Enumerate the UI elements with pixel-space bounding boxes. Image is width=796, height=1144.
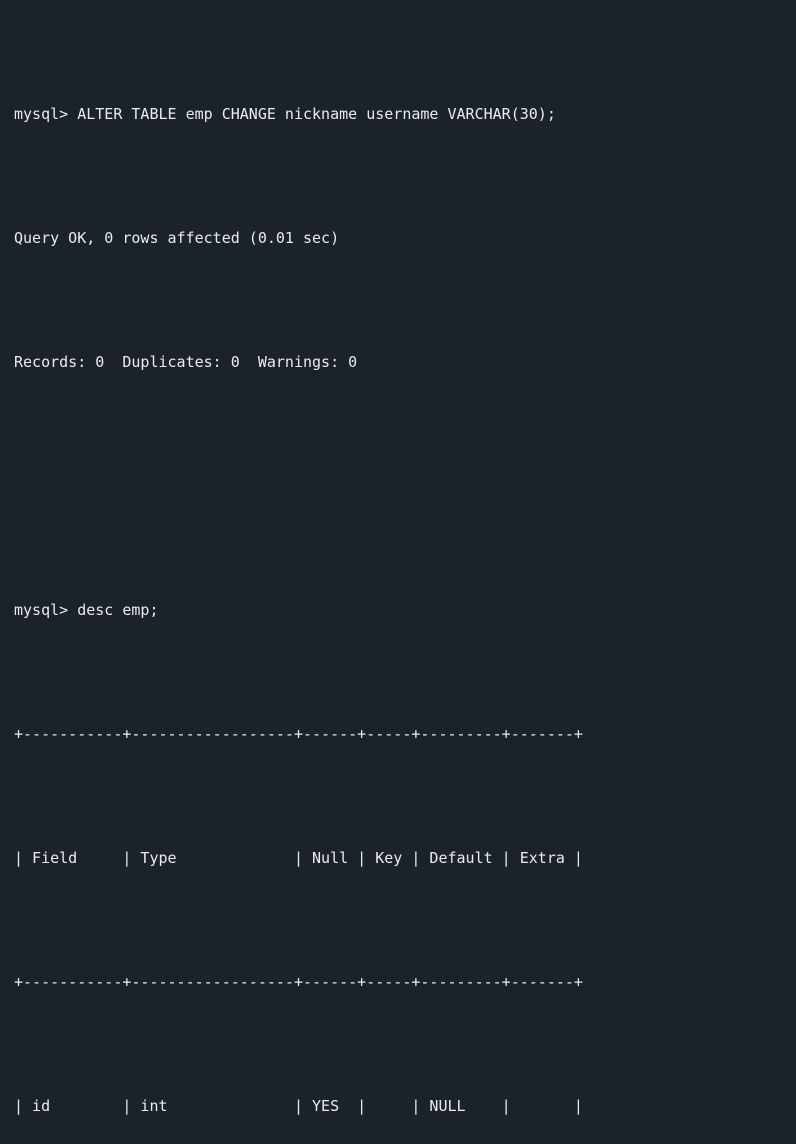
- terminal-output-pane[interactable]: mysql> ALTER TABLE emp CHANGE nickname u…: [0, 0, 796, 1115]
- table-row: | id | int | YES | | NULL | |: [14, 1097, 583, 1115]
- table-rule-top: +-----------+------------------+------+-…: [14, 725, 583, 743]
- command-line-desc-emp: mysql> desc emp;: [14, 601, 159, 619]
- command-line-alter-table: mysql> ALTER TABLE emp CHANGE nickname u…: [14, 105, 556, 123]
- table-header-row: | Field | Type | Null | Key | Default | …: [14, 849, 583, 867]
- table-rule-header-separator: +-----------+------------------+------+-…: [14, 973, 583, 991]
- query-ok-line: Query OK, 0 rows affected (0.01 sec): [14, 229, 340, 247]
- records-duplicates-warnings-line: Records: 0 Duplicates: 0 Warnings: 0: [14, 353, 358, 371]
